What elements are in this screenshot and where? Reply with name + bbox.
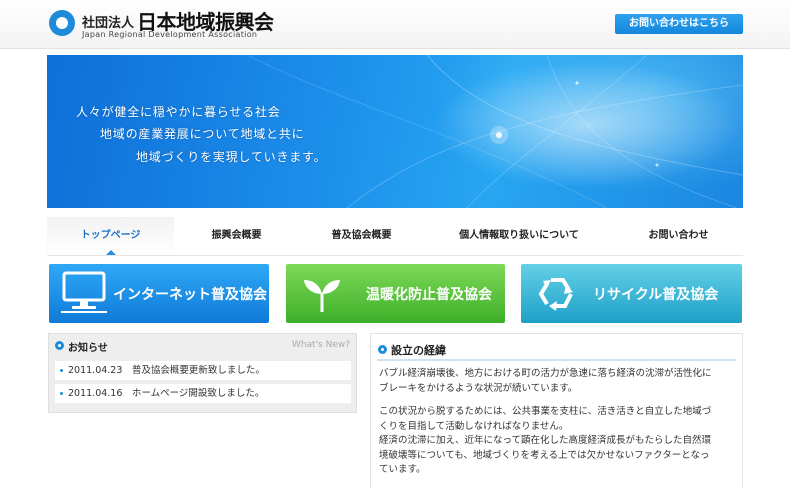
news-whats-new: What's New? [291, 340, 350, 350]
banner-recycle[interactable]: リサイクル普及協会 [521, 264, 742, 323]
nav-item-privacy[interactable]: 個人情報取り扱いについて [424, 217, 614, 255]
about-paragraph: この状況から脱するためには、公共事業を支柱に、活き活きと自立した地域づ くりを目… [379, 405, 735, 478]
about-line: バブル経済崩壊後、地方における町の活力が急速に落ち経済の沈滞が活性化に [379, 368, 712, 379]
news-item-bullet-icon [60, 369, 63, 372]
org-name-en[interactable]: Japan Regional Development Association [82, 30, 257, 39]
hero-line-3: 地域づくりを実現していきます。 [136, 150, 327, 164]
hero-banner: 人々が健全に穏やかに暮らせる社会 地域の産業発展について地域と共に 地域づくりを… [47, 55, 743, 208]
about-line: この状況から脱するためには、公共事業を支柱に、活き活きと自立した地域づ [379, 406, 712, 417]
banner-internet[interactable]: インターネット普及協会 [49, 264, 269, 323]
banner-internet-label: インターネット普及協会 [113, 287, 267, 303]
news-box: お知らせ What's New? 2011.04.23 普及協会概要更新致しまし… [48, 333, 357, 413]
news-item[interactable]: 2011.04.23 普及協会概要更新致しました。 [55, 361, 351, 380]
recycle-icon [538, 278, 573, 311]
news-bullet-icon [55, 341, 64, 350]
logo-circle-icon[interactable] [49, 10, 75, 36]
about-divider [377, 359, 736, 361]
about-paragraph: バブル経済崩壊後、地方における町の活力が急速に落ち経済の沈滞が活性化に ブレーキ… [379, 367, 735, 396]
org-type[interactable]: 社団法人 [82, 12, 134, 31]
about-line: 経済の沈滞に加え、近年になって顕在化した高度経済成長がもたらした自然環 [379, 435, 712, 446]
news-item-bullet-icon [60, 392, 63, 395]
about-line: くりを目指して活動しなければなりません。 [379, 420, 569, 432]
about-title: 設立の経緯 [391, 344, 446, 357]
news-item[interactable]: 2011.04.16 ホームページ開設致しました。 [55, 384, 351, 403]
news-title: お知らせ [68, 343, 108, 354]
news-item-text: 2011.04.23 普及協会概要更新致しました。 [68, 365, 265, 376]
nav-item-about[interactable]: 振興会概要 [174, 217, 299, 255]
banner-warming[interactable]: 温暖化防止普及協会 [286, 264, 505, 323]
about-line: ブレーキをかけるような状況が続いています。 [379, 382, 578, 394]
nav-item-association[interactable]: 普及協会概要 [299, 217, 424, 255]
nav-item-contact[interactable]: お問い合わせ [614, 217, 743, 255]
hero-line-2: 地域の産業発展について地域と共に [100, 127, 305, 141]
sprout-icon [304, 280, 340, 312]
banner-warming-label: 温暖化防止普及協会 [366, 287, 492, 303]
monitor-icon [61, 271, 107, 313]
nav-item-top[interactable]: トップページ [47, 217, 174, 255]
news-header: お知らせ What's New? [49, 334, 356, 356]
site-header: 社団法人 日本地域振興会 Japan Regional Development … [0, 0, 790, 49]
about-line: 境破壊等についても、地域づくりを考える上では欠かせないファクターとなっ [379, 449, 710, 461]
about-line: ています。 [379, 464, 426, 475]
hero-line-1: 人々が健全に穏やかに暮らせる社会 [76, 105, 281, 119]
about-box: 設立の経緯 バブル経済崩壊後、地方における町の活力が急速に落ち経済の沈滞が活性化… [370, 333, 743, 488]
about-bullet-icon [378, 345, 387, 354]
contact-button[interactable]: お問い合わせはこちら [615, 14, 743, 34]
main-nav: トップページ 振興会概要 普及協会概要 個人情報取り扱いについて お問い合わせ [47, 217, 743, 256]
news-item-text: 2011.04.16 ホームページ開設致しました。 [68, 388, 265, 399]
banner-recycle-label: リサイクル普及協会 [593, 287, 719, 303]
